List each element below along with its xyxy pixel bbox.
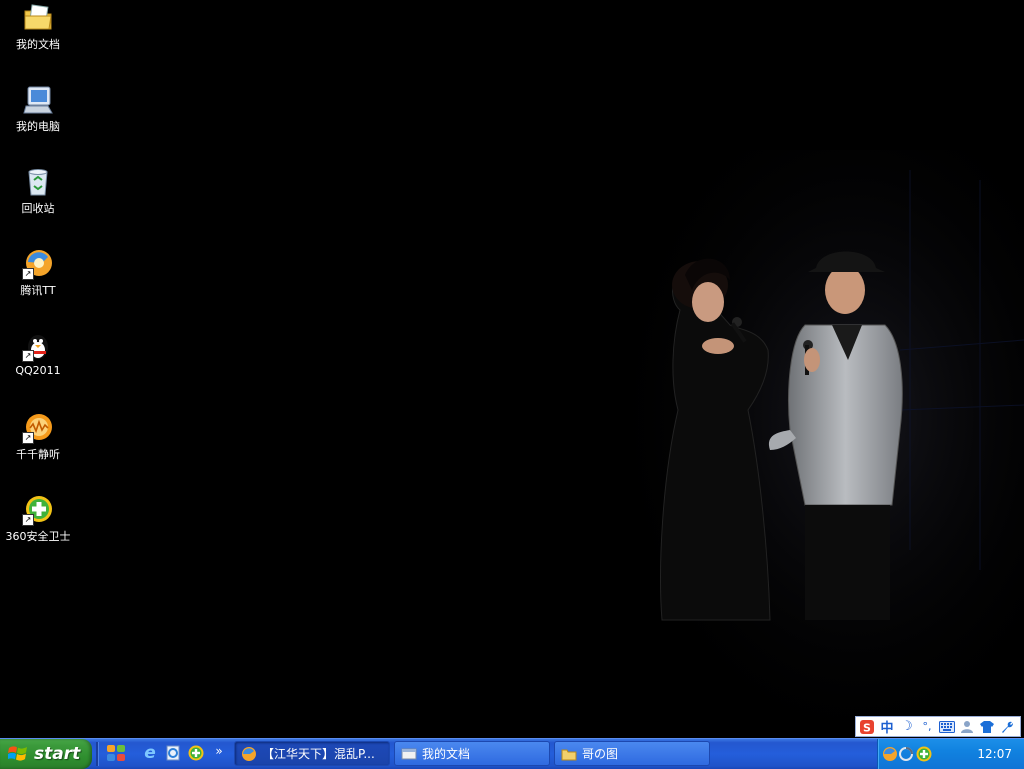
ie-alt-quicklaunch[interactable] xyxy=(163,743,183,763)
colorful-windows-launcher-icon xyxy=(107,745,125,761)
system-tray: 12:07 xyxy=(877,739,1024,769)
desktop-icon-label: 千千静听 xyxy=(16,448,60,461)
taskbar: start e » 【江华天下】混乱P... 我的文档 哥の图 S xyxy=(0,738,1024,769)
task-button-my-documents[interactable]: 我的文档 xyxy=(394,741,550,766)
desktop-icon-360-safeguard[interactable]: ↗ 360安全卫士 xyxy=(0,494,76,544)
task-label: 我的文档 xyxy=(422,747,471,761)
folder-icon xyxy=(561,746,577,762)
wrench-icon[interactable] xyxy=(998,718,1016,736)
shortcut-arrow-icon: ↗ xyxy=(22,514,34,526)
internet-explorer-icon: e xyxy=(144,743,156,763)
desktop-icon-qq2011[interactable]: ↗ QQ2011 xyxy=(0,330,76,377)
wallpaper-concert-photo xyxy=(600,150,1024,740)
shortcut-arrow-icon: ↗ xyxy=(22,350,34,362)
show-desktop-launcher[interactable] xyxy=(104,743,128,763)
start-button[interactable]: start xyxy=(0,739,92,769)
sogou-s-icon[interactable]: S xyxy=(858,718,876,736)
my-computer-icon xyxy=(22,84,54,116)
desktop-icon-label: QQ2011 xyxy=(15,364,61,377)
keyboard-icon[interactable] xyxy=(938,718,956,736)
qq-penguin-icon: ↗ xyxy=(22,330,54,362)
quick-launch-expand-chevron[interactable]: » xyxy=(212,741,226,761)
punctuation-icon[interactable]: °, xyxy=(918,718,936,736)
desktop-icon-label: 腾讯TT xyxy=(20,284,56,297)
ie-quicklaunch[interactable]: e xyxy=(140,743,160,763)
360-quicklaunch[interactable] xyxy=(186,743,206,763)
ime-toolbar: S 中 ☽ °, xyxy=(855,716,1021,737)
desktop-icon-label: 我的电脑 xyxy=(16,120,60,133)
chinese-mode-toggle[interactable]: 中 xyxy=(878,718,896,736)
start-label: start xyxy=(34,744,81,764)
windows-logo-icon xyxy=(8,746,27,761)
tt-browser-icon xyxy=(241,746,257,762)
task-button-tt-browser[interactable]: 【江华天下】混乱P... xyxy=(234,741,390,766)
svg-text:S: S xyxy=(863,721,871,734)
desktop-icon-my-documents[interactable]: 我的文档 xyxy=(0,2,76,52)
task-label: 【江华天下】混乱P... xyxy=(262,747,375,761)
tencent-tt-browser-icon: ↗ xyxy=(22,248,54,280)
document-window-icon xyxy=(401,746,417,762)
360-tray-icon[interactable] xyxy=(916,746,932,762)
shortcut-arrow-icon: ↗ xyxy=(22,432,34,444)
ttplayer-icon: ↗ xyxy=(22,412,54,444)
desktop-icon-my-computer[interactable]: 我的电脑 xyxy=(0,84,76,134)
tt-tray-icon[interactable] xyxy=(882,746,898,762)
360-safeguard-icon: ↗ xyxy=(22,494,54,526)
desktop-icon-label: 回收站 xyxy=(21,202,55,215)
desktop-icon-recycle-bin[interactable]: 回收站 xyxy=(0,166,76,216)
clock[interactable]: 12:07 xyxy=(977,747,1012,761)
desktop-icon-ttplayer[interactable]: ↗ 千千静听 xyxy=(0,412,76,462)
my-documents-folder-icon xyxy=(22,2,54,34)
quick-launch-separator xyxy=(96,742,99,766)
user-icon[interactable] xyxy=(958,718,976,736)
desktop-icon-tencent-tt[interactable]: ↗ 腾讯TT xyxy=(0,248,76,298)
desktop-icon-label: 360安全卫士 xyxy=(5,530,71,543)
shirt-skin-icon[interactable] xyxy=(978,718,996,736)
ie-document-icon xyxy=(166,745,180,761)
task-label: 哥の图 xyxy=(582,747,619,761)
recycle-bin-icon xyxy=(22,166,54,198)
shortcut-arrow-icon: ↗ xyxy=(22,268,34,280)
half-moon-icon[interactable]: ☽ xyxy=(898,718,916,736)
network-tray-icon[interactable] xyxy=(898,746,914,762)
360-plus-icon xyxy=(188,745,204,761)
task-button-folder[interactable]: 哥の图 xyxy=(554,741,710,766)
desktop-icon-label: 我的文档 xyxy=(16,38,60,51)
